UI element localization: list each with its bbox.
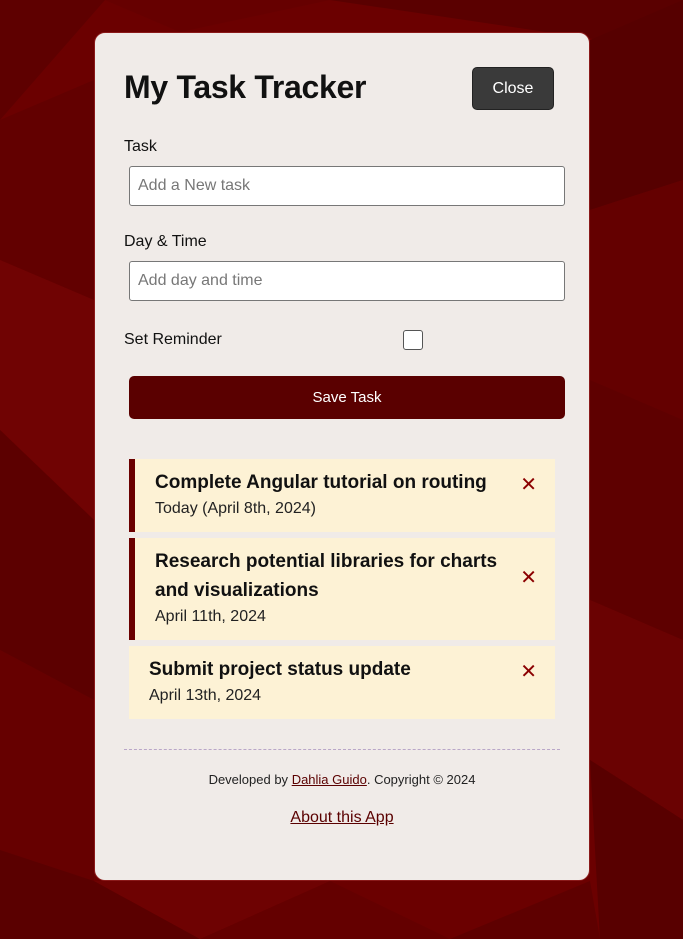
task-input[interactable] bbox=[129, 166, 565, 206]
footer-divider bbox=[124, 749, 560, 750]
task-item[interactable]: Research potential libraries for charts … bbox=[129, 538, 555, 640]
header: My Task Tracker Close bbox=[124, 67, 554, 113]
task-title: Research potential libraries for charts … bbox=[155, 551, 498, 601]
save-task-button[interactable]: Save Task bbox=[129, 376, 565, 419]
about-link[interactable]: About this App bbox=[290, 809, 393, 826]
task-day: April 11th, 2024 bbox=[155, 608, 266, 625]
delete-icon[interactable]: ✕ bbox=[520, 568, 537, 588]
about-container: About this App bbox=[95, 809, 589, 827]
task-day: April 13th, 2024 bbox=[149, 687, 262, 704]
author-link[interactable]: Dahlia Guido bbox=[292, 772, 367, 787]
task-item[interactable]: Submit project status update April 13th,… bbox=[129, 646, 555, 719]
delete-icon[interactable]: ✕ bbox=[520, 475, 537, 495]
day-time-label: Day & Time bbox=[124, 233, 207, 250]
task-title: Complete Angular tutorial on routing bbox=[155, 472, 487, 493]
copyright-text: . Copyright © 2024 bbox=[366, 772, 476, 787]
footer-credit: Developed by Dahlia Guido. Copyright © 2… bbox=[95, 772, 589, 787]
task-day: Today (April 8th, 2024) bbox=[155, 500, 316, 517]
day-time-input[interactable] bbox=[129, 261, 565, 301]
task-item[interactable]: Complete Angular tutorial on routing Tod… bbox=[129, 459, 555, 532]
reminder-checkbox[interactable] bbox=[403, 330, 423, 350]
reminder-label: Set Reminder bbox=[124, 331, 222, 348]
close-button[interactable]: Close bbox=[472, 67, 554, 110]
page-title: My Task Tracker bbox=[124, 69, 367, 105]
developed-by-text: Developed by bbox=[208, 772, 292, 787]
task-tracker-card: My Task Tracker Close Task Day & Time Se… bbox=[94, 32, 590, 881]
task-label: Task bbox=[124, 138, 157, 155]
delete-icon[interactable]: ✕ bbox=[520, 662, 537, 682]
task-title: Submit project status update bbox=[149, 659, 411, 680]
